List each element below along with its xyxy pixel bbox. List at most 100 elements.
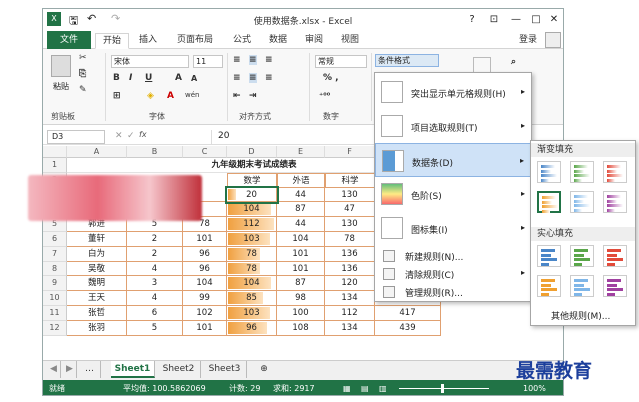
data-bar-swatch[interactable] [570, 161, 594, 183]
table-cell[interactable]: 张羽 [67, 320, 127, 336]
data-bar-swatch[interactable] [603, 275, 627, 297]
data-bar-swatch[interactable] [537, 161, 561, 183]
align-center-icon[interactable]: ≡ [249, 73, 257, 83]
table-cell[interactable]: 78 [325, 232, 375, 247]
table-cell[interactable]: 134 [325, 291, 375, 306]
fill-color-icon[interactable]: ◈ [147, 91, 154, 101]
align-top-icon[interactable]: ≡ [233, 55, 241, 65]
table-cell[interactable]: 104 [227, 276, 277, 292]
phonetic-button[interactable]: wén [185, 91, 199, 99]
page-layout-icon[interactable]: ▤ [361, 380, 369, 395]
tab-home[interactable]: 开始 [95, 33, 129, 49]
table-cell[interactable]: 101 [277, 261, 325, 277]
table-cell[interactable]: 102 [183, 306, 227, 321]
tab-review[interactable]: 审阅 [299, 33, 329, 49]
table-cell[interactable]: 96 [183, 246, 227, 262]
number-format-select[interactable]: 常规 [315, 55, 367, 68]
table-cell[interactable]: 2 [127, 246, 183, 262]
borders-icon[interactable]: ⊞ [113, 91, 121, 101]
sheet-nav-more[interactable]: … [79, 361, 101, 378]
table-cell[interactable]: 白为 [67, 246, 127, 262]
tab-sheet1[interactable]: Sheet1 [111, 361, 155, 378]
table-cell[interactable]: 魏明 [67, 276, 127, 292]
conditional-format-button[interactable]: 条件格式 [375, 54, 439, 67]
menu-highlight-rules[interactable]: 突出显示单元格规则(H) ▸ [375, 75, 531, 109]
table-cell[interactable]: 87 [277, 202, 325, 218]
italic-button[interactable]: I [129, 73, 132, 83]
table-cell[interactable]: 439 [375, 320, 441, 336]
tab-page-layout[interactable]: 页面布局 [169, 33, 221, 49]
prev-sheet-icon[interactable]: ◀ [47, 361, 61, 378]
data-bar-swatch[interactable] [603, 191, 627, 213]
table-cell[interactable]: 101 [183, 320, 227, 336]
column-header[interactable]: E [277, 146, 325, 158]
function-icon[interactable]: fx [139, 130, 147, 139]
percent-button[interactable]: % , [323, 73, 339, 83]
menu-clear-rules[interactable]: 清除规则(C) ▸ [375, 265, 531, 283]
name-box[interactable]: D3 [47, 130, 105, 144]
tab-insert[interactable]: 插入 [133, 33, 163, 49]
ribbon-display-icon[interactable]: ⊡ [485, 12, 503, 28]
more-rules-link[interactable]: 其他规则(M)... [551, 309, 610, 322]
avatar[interactable] [545, 32, 561, 48]
font-size-select[interactable]: 11 [193, 55, 223, 68]
enter-icon[interactable]: ✓ [127, 131, 135, 141]
add-sheet-icon[interactable]: ⊕ [255, 361, 273, 378]
align-middle-icon[interactable]: ≡ [249, 55, 257, 65]
table-cell[interactable]: 78 [227, 246, 277, 262]
header-cell[interactable]: 数学 [227, 172, 277, 188]
cancel-icon[interactable]: ✕ [115, 131, 123, 141]
table-cell[interactable]: 4 [127, 261, 183, 277]
column-header[interactable]: F [325, 146, 375, 158]
table-cell[interactable]: 吴敬 [67, 261, 127, 277]
table-cell[interactable]: 108 [277, 320, 325, 336]
table-cell[interactable]: 47 [325, 202, 375, 218]
menu-icon-sets[interactable]: 图标集(I) ▸ [375, 211, 531, 245]
table-cell[interactable]: 6 [127, 306, 183, 321]
row-header[interactable]: 10 [43, 291, 67, 306]
normal-view-icon[interactable]: ▦ [343, 380, 351, 395]
menu-manage-rules[interactable]: 管理规则(R)... [375, 283, 531, 301]
table-cell[interactable]: 78 [227, 261, 277, 277]
help-button[interactable]: ? [463, 12, 481, 28]
table-cell[interactable]: 98 [277, 291, 325, 306]
table-cell[interactable]: 136 [325, 261, 375, 277]
data-bar-swatch[interactable] [570, 275, 594, 297]
next-sheet-icon[interactable]: ▶ [63, 361, 77, 378]
row-header[interactable]: 6 [43, 232, 67, 247]
row-header[interactable]: 8 [43, 261, 67, 277]
table-cell[interactable]: 112 [227, 217, 277, 232]
table-cell[interactable]: 120 [325, 276, 375, 292]
table-cell[interactable]: 104 [227, 202, 277, 218]
page-break-icon[interactable]: ▥ [379, 380, 387, 395]
data-bar-swatch[interactable] [537, 245, 561, 267]
table-cell[interactable]: 44 [277, 187, 325, 203]
grow-font-button[interactable]: A [175, 73, 182, 83]
table-cell[interactable]: 44 [277, 217, 325, 232]
outdent-icon[interactable]: ⇥ [249, 91, 257, 101]
table-cell[interactable]: 96 [183, 261, 227, 277]
restore-button[interactable]: □ [527, 12, 545, 28]
font-name-select[interactable]: 宋体 [111, 55, 189, 68]
decimal-icon[interactable]: ⁺⁰⁰ [319, 91, 330, 100]
align-right-icon[interactable]: ≡ [265, 73, 273, 83]
select-all-corner[interactable] [43, 146, 67, 158]
table-cell[interactable]: 101 [183, 232, 227, 247]
table-cell[interactable]: 136 [325, 246, 375, 262]
indent-icon[interactable]: ⇤ [233, 91, 241, 101]
header-cell[interactable]: 外语 [277, 172, 325, 188]
row-header[interactable]: 11 [43, 306, 67, 321]
shrink-font-button[interactable]: A [191, 74, 197, 83]
table-cell[interactable]: 3 [127, 276, 183, 292]
column-header[interactable]: A [67, 146, 127, 158]
bold-button[interactable]: B [113, 73, 120, 83]
table-cell[interactable]: 董轩 [67, 232, 127, 247]
format-painter-icon[interactable]: ✎ [79, 85, 87, 95]
table-cell[interactable]: 100 [277, 306, 325, 321]
signin-link[interactable]: 登录 [513, 33, 543, 49]
table-cell[interactable]: 20 [225, 185, 279, 205]
table-cell[interactable]: 130 [325, 217, 375, 232]
row-header[interactable]: 7 [43, 246, 67, 262]
column-header[interactable]: C [183, 146, 227, 158]
data-bar-swatch[interactable] [603, 161, 627, 183]
